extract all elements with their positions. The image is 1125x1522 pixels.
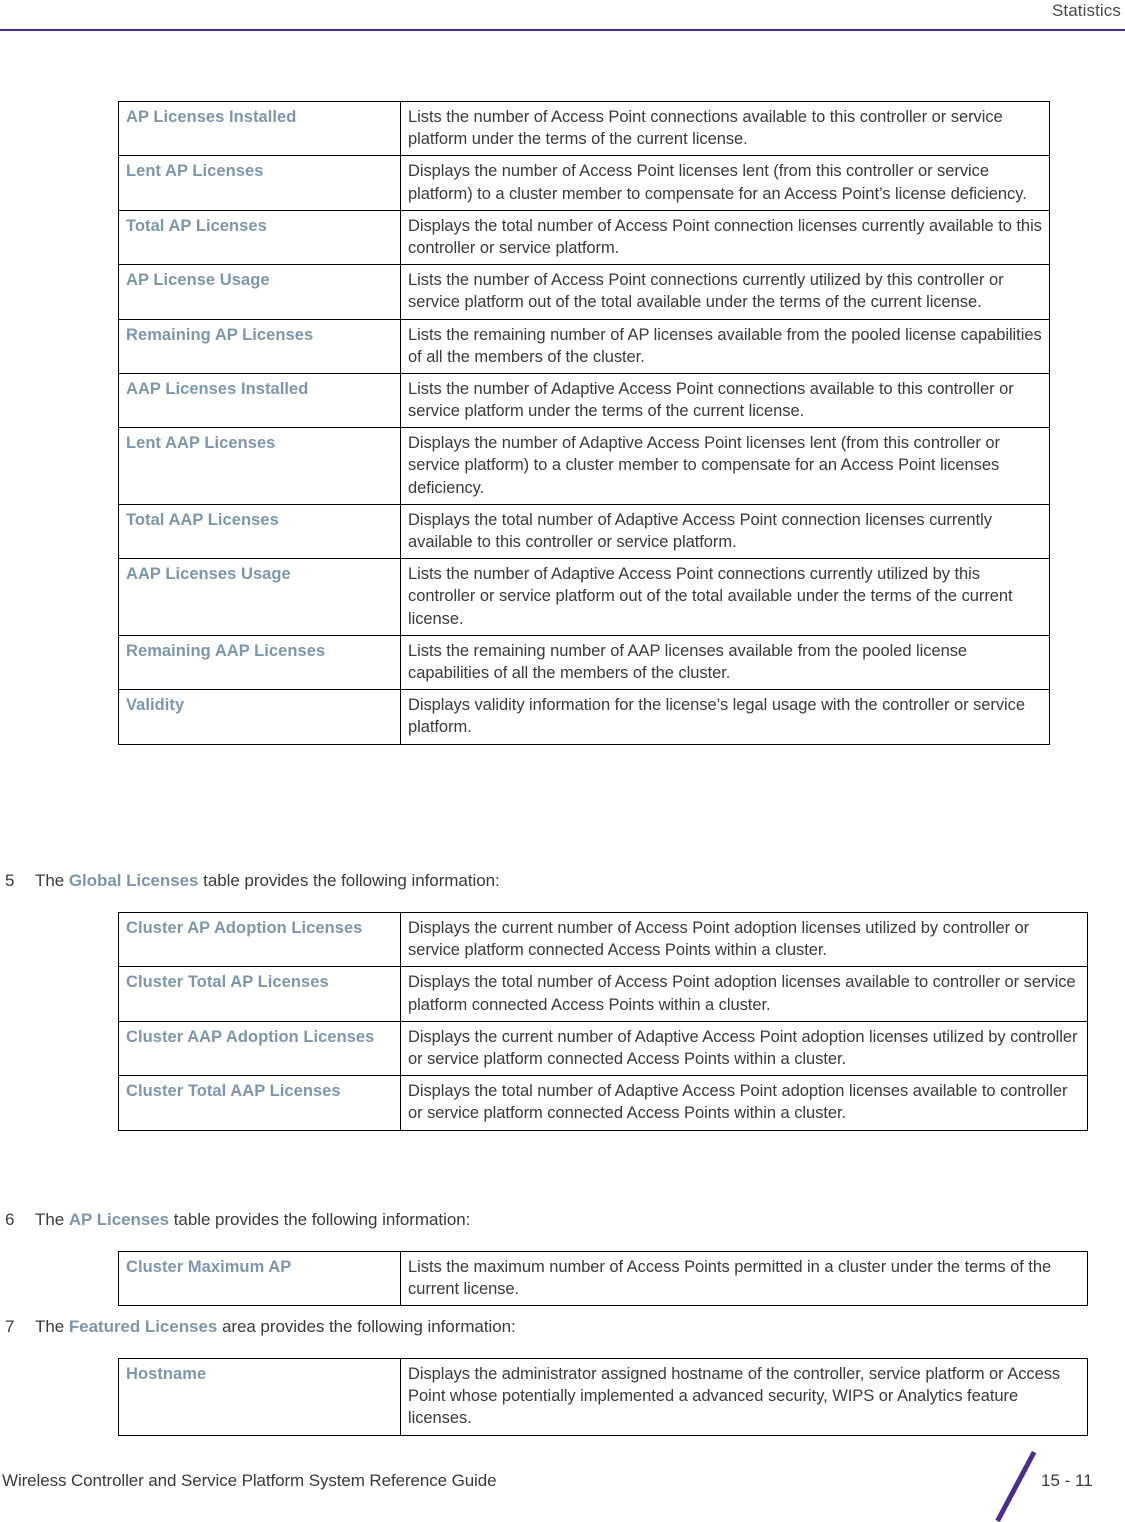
licenses-table-body: AP Licenses Installed Lists the number o… [118, 100, 1050, 745]
row-description: Displays the number of Adaptive Access P… [400, 427, 1050, 505]
row-description: Displays the total number of Access Poin… [400, 966, 1088, 1022]
table-row: AAP Licenses Installed Lists the number … [118, 372, 1050, 429]
row-label: Cluster Total AAP Licenses [118, 1075, 401, 1131]
row-label: Validity [118, 689, 401, 745]
row-description: Displays the total number of Access Poin… [400, 209, 1050, 266]
table-row: AP License Usage Lists the number of Acc… [118, 264, 1050, 320]
page-header-title: Statistics [1051, 1, 1121, 20]
licenses-description-table: AP Licenses Installed Lists the number o… [118, 100, 1050, 745]
row-label: Total AP Licenses [118, 209, 401, 266]
table-row: AAP Licenses Usage Lists the number of A… [118, 558, 1050, 636]
row-description: Displays the current number of Adaptive … [400, 1020, 1088, 1077]
row-description: Displays the number of Access Point lice… [400, 155, 1050, 211]
featured-table-body: Hostname Displays the administrator assi… [118, 1358, 1088, 1436]
row-label: Hostname [118, 1358, 401, 1436]
table-row: Validity Displays validity information f… [118, 689, 1050, 745]
ap-table-body: Cluster Maximum AP Lists the maximum num… [118, 1250, 1088, 1307]
step-text-emphasis: AP Licenses [68, 1210, 170, 1229]
global-licenses-table: Cluster AP Adoption Licenses Displays th… [118, 911, 1088, 1131]
row-label: AAP Licenses Installed [118, 372, 401, 429]
row-description: Lists the remaining number of AP license… [400, 318, 1050, 374]
table-row: Remaining AP Licenses Lists the remainin… [118, 318, 1050, 374]
row-label: Cluster AP Adoption Licenses [118, 911, 401, 968]
table-row: Cluster Maximum AP Lists the maximum num… [118, 1250, 1088, 1307]
table-row: Remaining AAP Licenses Lists the remaini… [118, 634, 1050, 691]
step-text: The AP Licenses table provides the follo… [35, 1210, 470, 1230]
step-text-prefix: The [35, 1317, 69, 1336]
row-label: AP Licenses Installed [118, 100, 401, 157]
header-divider-rule [0, 29, 1125, 31]
step-7: 7 The Featured Licenses area provides th… [5, 1317, 516, 1337]
featured-licenses-table: Hostname Displays the administrator assi… [118, 1358, 1088, 1436]
table-row: Total AP Licenses Displays the total num… [118, 209, 1050, 266]
step-6: 6 The AP Licenses table provides the fol… [5, 1210, 470, 1230]
table-row: Total AAP Licenses Displays the total nu… [118, 503, 1050, 560]
page-footer: Wireless Controller and Service Platform… [0, 1437, 1125, 1522]
row-label: Lent AAP Licenses [118, 427, 401, 505]
row-description: Displays the current number of Access Po… [400, 911, 1088, 968]
step-text-suffix: area provides the following information: [217, 1317, 516, 1336]
table-row: Cluster AP Adoption Licenses Displays th… [118, 911, 1088, 968]
step-text-suffix: table provides the following information… [169, 1210, 471, 1229]
row-description: Displays the total number of Adaptive Ac… [400, 1075, 1088, 1131]
footer-page-number: 15 - 11 [1041, 1471, 1093, 1490]
step-text-suffix: table provides the following information… [198, 871, 500, 890]
row-description: Lists the number of Adaptive Access Poin… [400, 558, 1050, 636]
step-5: 5 The Global Licenses table provides the… [5, 871, 500, 891]
footer-guide-title: Wireless Controller and Service Platform… [2, 1471, 497, 1490]
row-label: Remaining AP Licenses [118, 318, 401, 374]
row-description: Lists the number of Adaptive Access Poin… [400, 372, 1050, 429]
table-row: Cluster Total AAP Licenses Displays the … [118, 1075, 1088, 1131]
table-row: Cluster Total AP Licenses Displays the t… [118, 966, 1088, 1022]
step-text: The Global Licenses table provides the f… [35, 871, 500, 891]
table-row: Cluster AAP Adoption Licenses Displays t… [118, 1020, 1088, 1077]
row-label: AAP Licenses Usage [118, 558, 401, 636]
row-description: Lists the number of Access Point connect… [400, 264, 1050, 320]
step-text-prefix: The [35, 1210, 69, 1229]
step-number: 7 [5, 1317, 15, 1336]
table-row: Lent AP Licenses Displays the number of … [118, 155, 1050, 211]
row-description: Lists the remaining number of AAP licens… [400, 634, 1050, 691]
ap-licenses-table: Cluster Maximum AP Lists the maximum num… [118, 1250, 1088, 1307]
row-label: Remaining AAP Licenses [118, 634, 401, 691]
row-label: Cluster Maximum AP [118, 1250, 401, 1307]
row-description: Displays the total number of Adaptive Ac… [400, 503, 1050, 560]
row-label: Total AAP Licenses [118, 503, 401, 560]
step-number: 6 [5, 1210, 15, 1229]
table-row: Lent AAP Licenses Displays the number of… [118, 427, 1050, 505]
step-text-prefix: The [35, 871, 69, 890]
row-description: Displays validity information for the li… [400, 689, 1050, 745]
row-label: AP License Usage [118, 264, 401, 320]
row-label: Cluster Total AP Licenses [118, 966, 401, 1022]
slash-decoration-icon [995, 1450, 1037, 1522]
step-text-emphasis: Featured Licenses [68, 1317, 218, 1336]
row-description: Lists the number of Access Point connect… [400, 100, 1050, 157]
table-row: AP Licenses Installed Lists the number o… [118, 100, 1050, 157]
page-header: Statistics [0, 0, 1125, 40]
global-table-body: Cluster AP Adoption Licenses Displays th… [118, 911, 1088, 1131]
row-description: Lists the maximum number of Access Point… [400, 1250, 1088, 1307]
step-number: 5 [5, 871, 15, 890]
row-description: Displays the administrator assigned host… [400, 1358, 1088, 1436]
step-text: The Featured Licenses area provides the … [35, 1317, 516, 1337]
table-row: Hostname Displays the administrator assi… [118, 1358, 1088, 1436]
row-label: Lent AP Licenses [118, 155, 401, 211]
row-label: Cluster AAP Adoption Licenses [118, 1020, 401, 1077]
step-text-emphasis: Global Licenses [68, 871, 199, 890]
